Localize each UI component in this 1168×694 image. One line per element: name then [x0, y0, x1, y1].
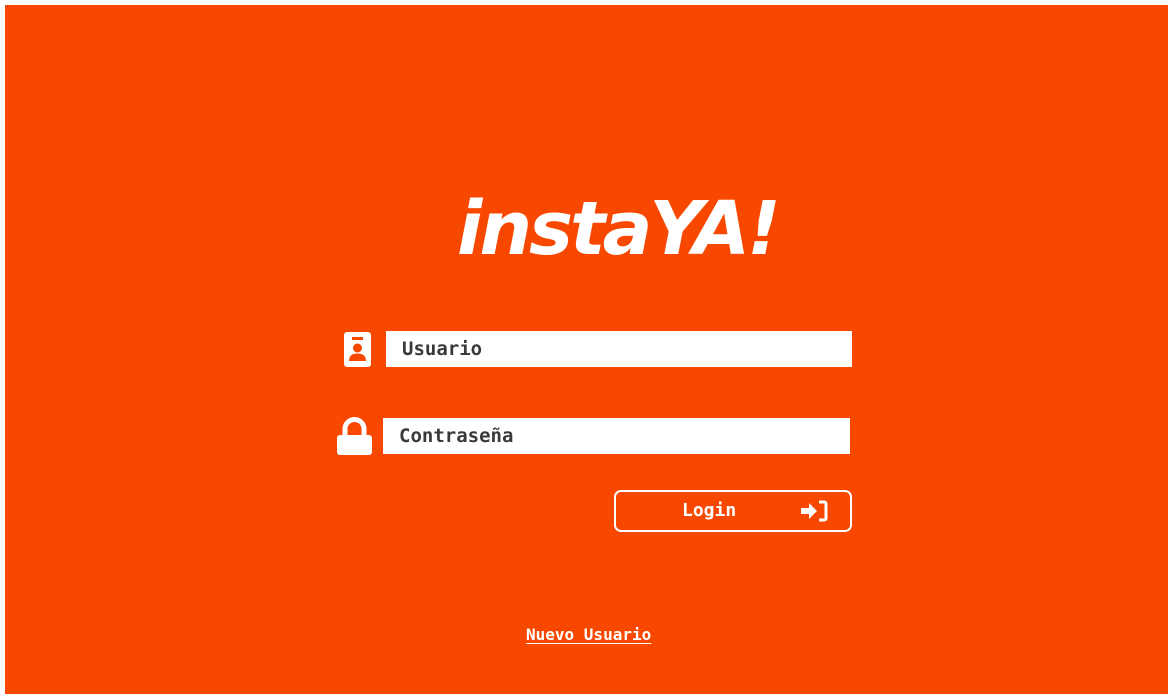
new-user-link[interactable]: Nuevo Usuario	[526, 625, 651, 644]
logo-text: instaYA!	[457, 186, 781, 272]
password-input[interactable]	[383, 418, 850, 454]
username-input[interactable]	[386, 331, 852, 367]
app-logo: instaYA!	[457, 181, 787, 277]
lock-icon	[337, 417, 372, 455]
id-badge-icon	[344, 332, 371, 367]
password-row	[335, 417, 851, 455]
login-button[interactable]: Login	[614, 490, 852, 532]
login-label: Login	[682, 500, 737, 521]
login-screen: instaYA! Login Nuevo Usuario	[5, 5, 1168, 694]
sign-in-icon	[801, 500, 828, 522]
username-row	[337, 330, 853, 368]
